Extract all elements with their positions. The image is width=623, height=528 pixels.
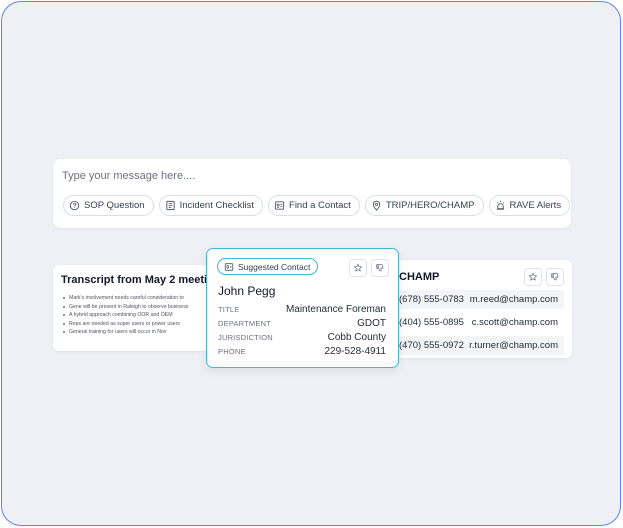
chip-label: TRIP/HERO/CHAMP bbox=[385, 200, 475, 211]
thumbs-down-icon bbox=[376, 264, 384, 272]
favorite-button[interactable] bbox=[524, 268, 542, 286]
transcript-bullets: Mark's involvement needs careful conside… bbox=[63, 294, 213, 337]
alert-siren-icon bbox=[496, 200, 504, 210]
contact-field-title: TITLE Maintenance Foreman bbox=[218, 304, 386, 315]
list-item: Mark's involvement needs careful conside… bbox=[63, 294, 213, 303]
list-item: Reps are needed as super users or power … bbox=[63, 320, 213, 329]
chip-incident-checklist[interactable]: Incident Checklist bbox=[158, 195, 264, 216]
contact-card-icon bbox=[274, 201, 285, 210]
suggested-contact-badge: Suggested Contact bbox=[217, 258, 319, 275]
chip-sop-question[interactable]: SOP Question bbox=[63, 195, 154, 216]
dislike-button[interactable] bbox=[546, 268, 564, 286]
card-actions bbox=[524, 268, 564, 286]
table-row[interactable]: (678) 555-0783 m.reed@champ.com bbox=[382, 290, 564, 309]
thumbs-down-icon bbox=[551, 273, 559, 281]
contact-field-department: DEPARTMENT GDOT bbox=[218, 318, 386, 329]
contact-field-phone: PHONE 229-528-4911 bbox=[218, 346, 386, 357]
chip-rave-alerts[interactable]: RAVE Alerts bbox=[488, 195, 571, 216]
contact-email[interactable]: c.scott@champ.com bbox=[472, 317, 558, 328]
transcript-card[interactable]: Transcript from May 2 meeting Mark's inv… bbox=[53, 265, 223, 351]
favorite-button[interactable] bbox=[349, 259, 367, 277]
message-composer: SOP Question Incident Checklist Find a C… bbox=[53, 159, 571, 228]
field-label: DEPARTMENT bbox=[218, 319, 271, 328]
star-icon bbox=[353, 263, 363, 272]
popover-actions bbox=[349, 259, 389, 277]
message-input[interactable] bbox=[62, 167, 542, 185]
chip-label: RAVE Alerts bbox=[509, 200, 562, 211]
dislike-button[interactable] bbox=[371, 259, 389, 277]
chip-label: Incident Checklist bbox=[179, 200, 255, 211]
checklist-icon bbox=[165, 200, 175, 211]
field-value: Maintenance Foreman bbox=[285, 304, 386, 315]
table-row[interactable]: (404) 555-0895 c.scott@champ.com bbox=[382, 313, 564, 332]
contact-email[interactable]: r.turner@champ.com bbox=[469, 340, 558, 351]
question-bubble-icon bbox=[69, 200, 80, 211]
star-icon bbox=[528, 272, 538, 281]
suggested-contact-popover: Suggested Contact John Pegg TITLE Mainte… bbox=[206, 248, 399, 368]
contact-field-jurisdiction: JURISDICTION Cobb County bbox=[218, 332, 386, 343]
field-value: GDOT bbox=[357, 318, 386, 329]
list-item: Gene will be present in Raleigh to obser… bbox=[63, 303, 213, 312]
field-label: JURISDICTION bbox=[218, 333, 273, 342]
contact-card-icon bbox=[224, 262, 234, 271]
contact-name: John Pegg bbox=[218, 284, 276, 298]
list-item: General training for users will occur in… bbox=[63, 328, 213, 337]
field-label: TITLE bbox=[218, 305, 240, 314]
chip-trip-hero-champ[interactable]: TRIP/HERO/CHAMP bbox=[364, 195, 484, 216]
chip-find-a-contact[interactable]: Find a Contact bbox=[268, 195, 360, 216]
field-label: PHONE bbox=[218, 347, 246, 356]
contacts-table-card: CHAMP (678) 555-0783 m.reed@champ.com (4… bbox=[382, 260, 572, 358]
app-frame: SOP Question Incident Checklist Find a C… bbox=[1, 1, 621, 526]
field-value: Cobb County bbox=[327, 332, 386, 343]
quick-action-chips: SOP Question Incident Checklist Find a C… bbox=[63, 195, 571, 216]
field-value[interactable]: 229-528-4911 bbox=[324, 346, 386, 357]
list-item: A hybrid approach combining OOR and OEM bbox=[63, 311, 213, 320]
transcript-title: Transcript from May 2 meeting bbox=[61, 274, 221, 286]
badge-label: Suggested Contact bbox=[238, 261, 311, 272]
chip-label: SOP Question bbox=[84, 200, 145, 211]
map-pin-icon bbox=[372, 200, 380, 211]
chip-label: Find a Contact bbox=[289, 200, 351, 211]
contact-email[interactable]: m.reed@champ.com bbox=[470, 294, 558, 305]
table-row[interactable]: (470) 555-0972 r.turner@champ.com bbox=[382, 336, 564, 355]
contacts-title: CHAMP bbox=[399, 271, 440, 283]
